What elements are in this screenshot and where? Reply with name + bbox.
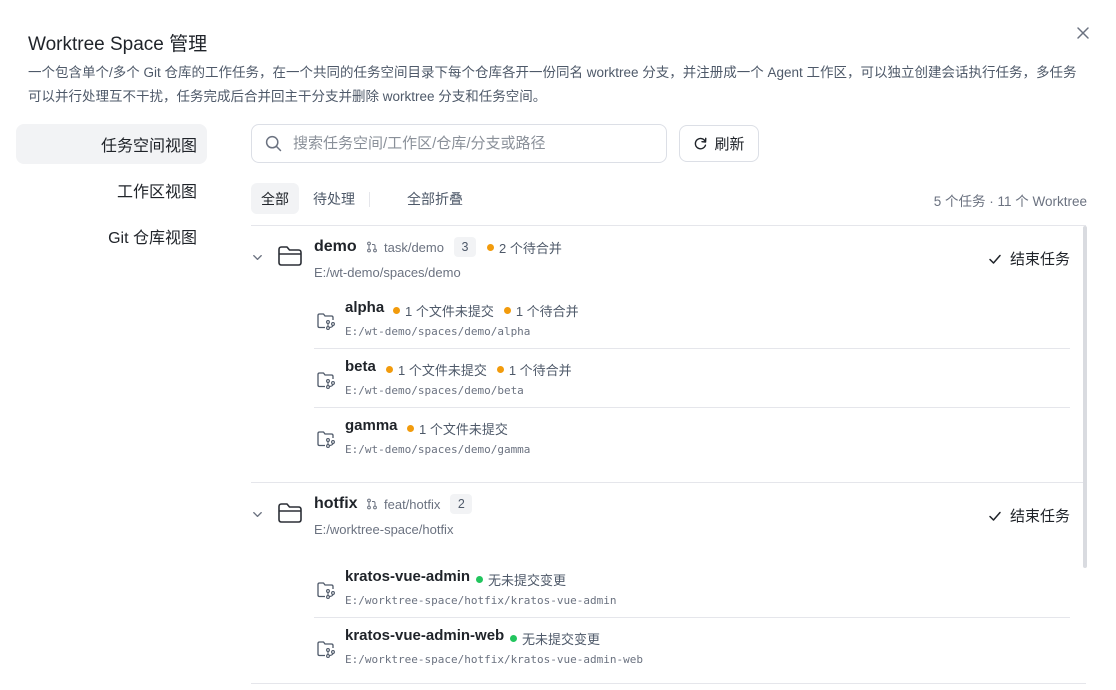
worktree-path: E:/wt-demo/spaces/demo/alpha [345, 325, 531, 338]
worktree-path: E:/wt-demo/spaces/demo/gamma [345, 443, 531, 456]
status-dot [386, 366, 393, 373]
branch-icon [367, 241, 377, 253]
uncommitted-status: 1 个文件未提交 [405, 304, 494, 319]
worktree-name: beta [345, 358, 376, 375]
refresh-button[interactable]: 刷新 [679, 125, 759, 162]
space-header: demo task/demo 3 2 个待合并 E:/wt-demo/space… [251, 226, 1086, 290]
status-dot [476, 576, 483, 583]
status-text: 2 个待合并 [498, 240, 562, 256]
finish-task-button[interactable]: 结束任务 [988, 505, 1070, 526]
collapse-all-button[interactable]: 全部折叠 [397, 183, 473, 214]
space-branch: task/demo [384, 239, 444, 255]
worktree-status: 无未提交变更 [510, 629, 600, 648]
pending-merge-status: 1 个待合并 [515, 304, 579, 319]
uncommitted-status: 1 个文件未提交 [398, 363, 487, 378]
worktree-path: E:/worktree-space/hotfix/kratos-vue-admi… [345, 653, 644, 666]
sidebar-item-label: 工作区视图 [116, 184, 197, 201]
worktree-path: E:/wt-demo/spaces/demo/beta [345, 384, 524, 397]
worktree-name: kratos-vue-admin [345, 568, 471, 585]
space-meta: task/demo 3 2 个待合并 [366, 237, 562, 257]
space-header: hotfix feat/hotfix 2 E:/worktree-space/h… [251, 483, 1086, 559]
folder-icon [278, 503, 302, 523]
finish-task-label: 结束任务 [1009, 508, 1070, 525]
uncommitted-status: 1 个文件未提交 [419, 422, 508, 437]
status-dot [503, 307, 511, 314]
sidebar-item-git-repo-view[interactable]: Git 仓库视图 [16, 216, 207, 256]
worktree-icon [317, 641, 335, 658]
search-input[interactable] [291, 134, 635, 153]
worktree-count-badge: 2 [450, 494, 473, 514]
search-icon [265, 135, 282, 152]
space-card: hotfix feat/hotfix 2 E:/worktree-space/h… [251, 483, 1086, 684]
worktree-status: 1 个文件未提交 [407, 419, 508, 438]
space-name: demo [314, 238, 357, 255]
status-dot [486, 243, 494, 251]
worktree-row[interactable]: gamma 1 个文件未提交 E:/wt-demo/spaces/demo/ga… [314, 407, 1070, 466]
chevron-down-icon[interactable] [251, 251, 264, 264]
view-sidebar: 任务空间视图 工作区视图 Git 仓库视图 [16, 124, 207, 262]
space-path: E:/wt-demo/spaces/demo [314, 265, 461, 280]
sidebar-item-label: 任务空间视图 [100, 138, 197, 155]
dialog-title: Worktree Space 管理 [28, 34, 208, 55]
pending-merge-status: 2 个待合并 [486, 238, 562, 257]
space-path: E:/worktree-space/hotfix [314, 522, 454, 537]
space-branch: feat/hotfix [384, 496, 441, 512]
refresh-icon [695, 137, 707, 150]
status-dot [496, 366, 504, 373]
finish-task-label: 结束任务 [1009, 251, 1070, 268]
status-dot [407, 425, 414, 432]
worktree-icon [317, 431, 335, 448]
worktree-row[interactable]: beta 1 个文件未提交 1 个待合并 E:/wt-demo/spaces/d… [314, 348, 1070, 407]
worktree-name: gamma [345, 417, 398, 434]
worktree-row[interactable]: kratos-vue-admin 无未提交变更 E:/worktree-spac… [314, 559, 1070, 617]
sidebar-item-space-view[interactable]: 任务空间视图 [16, 124, 207, 164]
check-icon [989, 511, 1001, 521]
space-card: demo task/demo 3 2 个待合并 E:/wt-demo/space… [251, 226, 1086, 483]
chevron-down-icon[interactable] [251, 508, 264, 521]
sidebar-item-workspace-view[interactable]: 工作区视图 [16, 170, 207, 210]
sidebar-item-label: Git 仓库视图 [108, 230, 197, 247]
tab-all[interactable]: 全部 [251, 183, 299, 214]
worktree-icon [317, 313, 335, 330]
filter-divider [369, 192, 370, 207]
worktree-name: alpha [345, 299, 385, 316]
list-scrollbar[interactable] [1083, 226, 1087, 568]
worktree-icon [317, 372, 335, 389]
task-summary: 5 个任务 · 11 个 Worktree [933, 194, 1087, 209]
space-list: demo task/demo 3 2 个待合并 E:/wt-demo/space… [251, 225, 1086, 690]
worktree-count-badge: 3 [453, 237, 476, 257]
worktree-path: E:/worktree-space/hotfix/kratos-vue-admi… [345, 594, 617, 607]
finish-task-button[interactable]: 结束任务 [988, 248, 1070, 269]
worktree-row[interactable]: kratos-vue-admin-web 无未提交变更 E:/worktree-… [314, 617, 1070, 676]
worktree-status: 1 个文件未提交 1 个待合并 [386, 360, 572, 379]
pending-merge-status: 1 个待合并 [508, 363, 572, 378]
refresh-label: 刷新 [714, 136, 745, 153]
search-box [251, 124, 667, 163]
status-dot [510, 635, 517, 642]
worktree-status: 1 个文件未提交 1 个待合并 [393, 301, 579, 320]
space-meta: feat/hotfix 2 [366, 494, 473, 514]
tab-pending[interactable]: 待处理 [303, 183, 365, 214]
dialog-description: 一个包含单个/多个 Git 仓库的工作任务，在一个共同的任务空间目录下每个仓库各… [28, 65, 1077, 104]
worktree-icon [317, 582, 335, 599]
clean-status: 无未提交变更 [522, 632, 601, 647]
worktree-space-dialog: Worktree Space 管理 一个包含单个/多个 Git 仓库的工作任务，… [0, 0, 1116, 689]
worktree-name: kratos-vue-admin-web [345, 627, 505, 644]
branch-icon [367, 498, 377, 510]
space-name: hotfix [314, 495, 358, 512]
worktree-row[interactable]: alpha 1 个文件未提交 1 个待合并 E:/wt-demo/spaces/… [314, 290, 1070, 348]
worktree-status: 无未提交变更 [476, 570, 566, 589]
filter-bar: 全部 待处理 全部折叠 5 个任务 · 11 个 Worktree [251, 183, 1087, 215]
check-icon [989, 254, 1001, 264]
close-icon[interactable] [1074, 24, 1092, 42]
folder-icon [278, 246, 302, 266]
status-dot [393, 307, 400, 314]
clean-status: 无未提交变更 [488, 573, 567, 588]
